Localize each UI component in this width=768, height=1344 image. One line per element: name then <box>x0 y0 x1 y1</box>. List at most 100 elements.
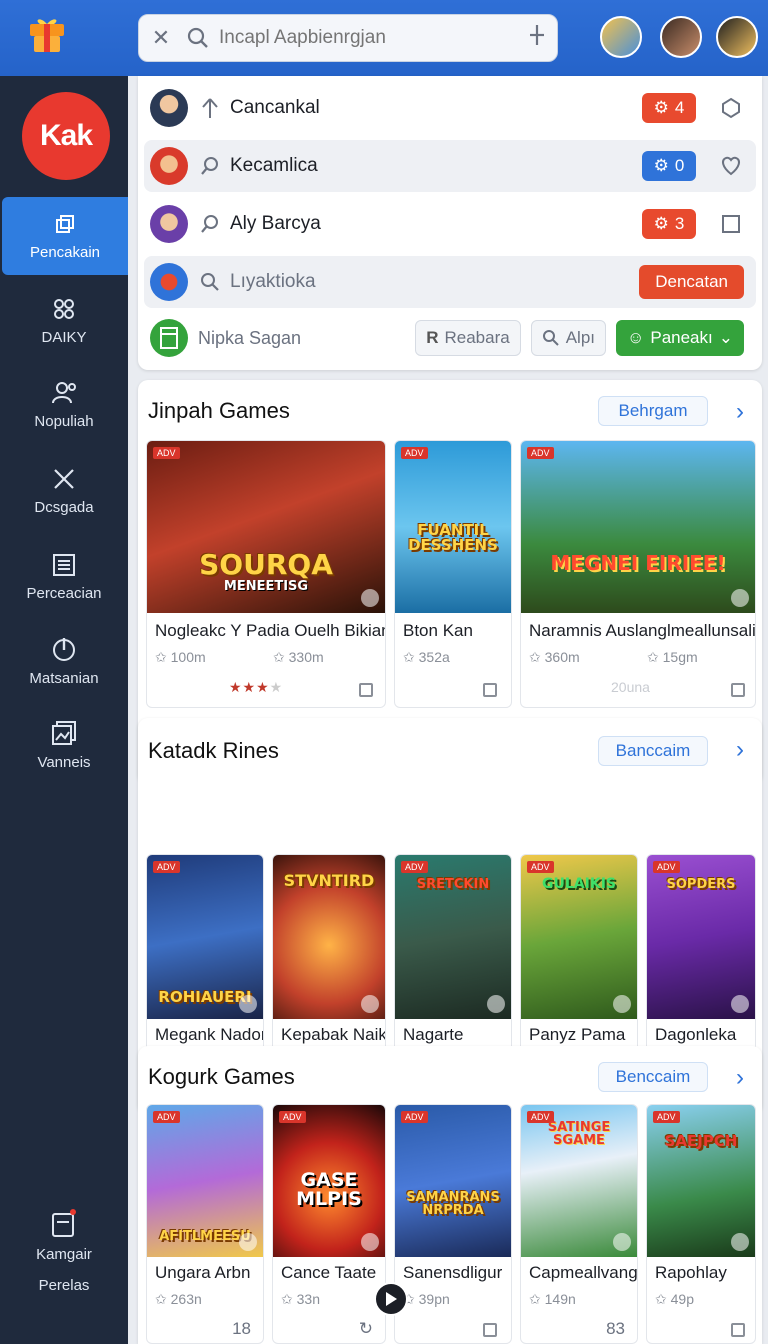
grid-icon <box>54 298 74 319</box>
sidebar-item-dcsgada[interactable]: Dcsgada <box>0 452 128 530</box>
filter-panel: Cancankal ⚙ 4 Kecamlica ⚙ 0 Aly Barcya ⚙ 3 … <box>138 76 762 370</box>
stat-value: 352a <box>418 649 450 665</box>
checkbox-icon[interactable] <box>714 214 748 234</box>
filter-row[interactable]: Cancankal ⚙ 4 <box>144 82 756 134</box>
game-card[interactable]: ADV FUANTIL DESSHENS Bton Kan ✩ 352a <box>394 440 512 708</box>
play-count: ✩ 33n <box>281 1291 320 1307</box>
chevron-right-icon[interactable]: › <box>736 736 744 764</box>
stat-value: 100m <box>170 649 206 665</box>
chevron-right-icon[interactable]: › <box>736 398 744 426</box>
sidebar: Kak Pencakain DAIKY Nopuliah Dcsgada Per… <box>0 76 128 1344</box>
section-button[interactable]: Benccaim <box>598 1062 708 1092</box>
filter-label: Lıyaktioka <box>230 271 316 292</box>
top-bar: ✕ <box>0 0 768 76</box>
book-icon[interactable] <box>483 1323 497 1337</box>
game-card[interactable]: ADV AFITLMEESU Ungara Arbn ✩ 263n 18 <box>146 1104 264 1344</box>
filter-row[interactable]: Aly Barcya ⚙ 3 <box>144 198 756 250</box>
game-thumbnail: ADV AFITLMEESU <box>147 1105 263 1257</box>
sidebar-item-label: Nopuliah <box>34 412 94 430</box>
settings-icon[interactable] <box>714 97 748 119</box>
filter-row[interactable]: Lıyaktioka Dencatan <box>144 256 756 308</box>
avatar <box>150 89 188 127</box>
game-card[interactable]: ADV SOURQA MENEETISG Nogleakc Y Padia Ou… <box>146 440 386 708</box>
search-icon <box>183 27 213 49</box>
chevron-down-icon: ⌄ <box>718 328 733 347</box>
avatar[interactable] <box>660 16 702 58</box>
brand-logo[interactable]: Kak <box>22 92 110 180</box>
game-name: Dagonleka <box>655 1025 737 1044</box>
game-name: Sanensdligur <box>403 1263 503 1282</box>
stat-value: 49p <box>670 1291 694 1307</box>
section-title: Kogurk Games <box>148 1064 295 1089</box>
chevron-right-icon[interactable]: › <box>736 1064 744 1092</box>
info-icon <box>239 1233 257 1251</box>
bookmark-icon[interactable] <box>731 1323 745 1337</box>
sidebar-item-pencakain[interactable]: Pencakain <box>2 197 128 275</box>
button-label: Reabara <box>444 328 510 347</box>
info-icon <box>613 995 631 1013</box>
book-icon[interactable] <box>483 683 497 697</box>
bookmark-icon[interactable] <box>731 683 745 697</box>
filter-label: Aly Barcya <box>230 213 321 234</box>
smiley-icon: ☺ <box>627 328 645 347</box>
bookmark-icon[interactable] <box>150 319 188 357</box>
ad-badge: ADV <box>527 861 554 873</box>
game-name: Rapohlay <box>655 1263 727 1282</box>
name-filter-input[interactable]: Nipka Sagan <box>198 328 415 349</box>
sidebar-item-vanneis[interactable]: Vanneis <box>0 706 128 784</box>
game-name: Nogleakc Y Padia Ouelh Bikian <box>155 621 386 640</box>
avatar[interactable] <box>716 16 758 58</box>
game-art-title: GASE MLPIS <box>296 1169 362 1210</box>
play-count: ✩ 360m <box>529 649 580 665</box>
avatar[interactable] <box>600 16 642 58</box>
count-badge: ⚙ 0 <box>642 151 696 181</box>
ad-badge: ADV <box>401 861 428 873</box>
sidebar-item-nopuliah[interactable]: Nopuliah <box>0 366 128 444</box>
game-art-title: MEGNEI EIRIEE! <box>550 551 726 575</box>
ad-badge: ADV <box>279 1111 306 1123</box>
paneaki-dropdown[interactable]: ☺ Paneakı ⌄ <box>616 320 744 356</box>
game-card[interactable]: ADV SATINGE SGAME Capmeallvanga ✩ 149n 8… <box>520 1104 638 1344</box>
game-card[interactable]: ADV SAEJPCH Rapohlay ✩ 49p <box>646 1104 756 1344</box>
heart-icon[interactable] <box>714 156 748 176</box>
search-icon <box>198 214 222 234</box>
sidebar-item-daiky[interactable]: DAIKY <box>0 282 128 360</box>
game-art-title: SOPDERS <box>666 877 736 892</box>
game-thumbnail: ADV MEGNEI EIRIEE! <box>521 441 755 613</box>
section-button[interactable]: Banccaim <box>598 736 708 766</box>
play-icon[interactable] <box>374 1282 408 1316</box>
play-count: ✩ 100m <box>155 649 206 665</box>
game-thumbnail: ADV FUANTIL DESSHENS <box>395 441 511 613</box>
badge-count: 4 <box>674 98 685 117</box>
power-icon <box>53 637 75 661</box>
sidebar-item-label: Kamgair <box>36 1246 92 1263</box>
bookmark-icon[interactable] <box>359 683 373 697</box>
game-name: Ungara Arbn <box>155 1263 251 1282</box>
reabara-button[interactable]: R Reabara <box>415 320 521 356</box>
section-button[interactable]: Behrgam <box>598 396 708 426</box>
sidebar-item-kamgair[interactable]: Kamgair Perelas <box>0 1196 128 1306</box>
play-count: ✩ 49p <box>655 1291 694 1307</box>
sidebar-item-perceacian[interactable]: Perceacian <box>0 538 128 616</box>
sidebar-item-matsanian[interactable]: Matsanian <box>0 622 128 700</box>
dencatan-button[interactable]: Dencatan <box>639 265 744 299</box>
info-icon <box>487 995 505 1013</box>
game-name: Capmeallvanga <box>529 1263 638 1282</box>
game-art-title: GULAIKIS <box>542 876 616 892</box>
stat-value: 33n <box>296 1291 320 1307</box>
app-logo-icon[interactable] <box>26 14 68 56</box>
alpi-button[interactable]: Alpı <box>530 320 606 356</box>
stat-value: 149n <box>544 1291 576 1307</box>
search-icon <box>198 272 222 292</box>
play-count: ✩ 352a <box>403 649 450 665</box>
game-card[interactable]: ADV MEGNEI EIRIEE! Naramnis Auslanglmeal… <box>520 440 756 708</box>
ad-badge: ADV <box>401 1111 428 1123</box>
game-card[interactable]: ADV SAMANRANS NRPRDA Sanensdligur ✩ 39pn <box>394 1104 512 1344</box>
info-icon <box>239 995 257 1013</box>
search-input[interactable] <box>213 27 517 49</box>
mic-icon[interactable] <box>517 24 557 52</box>
share-icon[interactable]: ↻ <box>359 1319 373 1339</box>
clear-search-icon[interactable]: ✕ <box>139 25 183 51</box>
game-card[interactable]: ADV GASE MLPIS Cance Taate ✩ 33n ↻ <box>272 1104 386 1344</box>
filter-row[interactable]: Kecamlica ⚙ 0 <box>144 140 756 192</box>
